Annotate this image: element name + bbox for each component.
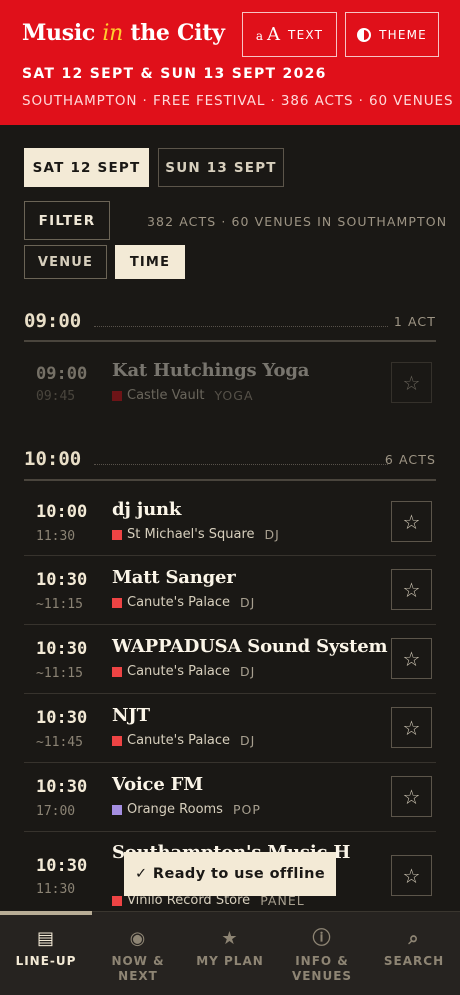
act-genre: POP: [232, 802, 261, 817]
filter-button[interactable]: FILTER: [24, 201, 110, 240]
act-start-time: 10:00: [36, 502, 88, 522]
nav-info-venues[interactable]: ⓘ INFO & VENUES: [276, 912, 368, 995]
act-row[interactable]: 10:30 17:00 Voice FM Orange Rooms POP ☆: [24, 763, 436, 832]
star-icon[interactable]: ☆: [391, 569, 432, 610]
act-start-time: 10:30: [36, 708, 88, 728]
act-name[interactable]: Voice FM: [112, 774, 203, 795]
act-venue: Castle Vault YOGA: [112, 388, 254, 403]
star-icon[interactable]: ☆: [391, 855, 432, 896]
act-venue: Canute's Palace DJ: [112, 733, 255, 748]
act-end-time: 11:30: [36, 882, 76, 897]
hour-acts-count: 6 ACTS: [384, 452, 436, 467]
divider: [24, 479, 436, 481]
results-count: 382 ACTS · 60 VENUES IN SOUTHAMPTON: [147, 214, 448, 229]
act-end-time: ~11:15: [36, 597, 83, 612]
act-name[interactable]: Matt Sanger: [112, 567, 236, 588]
act-end-time: 11:30: [36, 529, 76, 544]
star-icon: ★: [221, 928, 239, 949]
venue-color-swatch: [112, 895, 122, 906]
bottom-nav: ▤ LINE-UP ◉ NOW & NEXT ★ MY PLAN ⓘ INFO …: [0, 911, 460, 995]
nav-my-plan[interactable]: ★ MY PLAN: [184, 912, 276, 995]
act-start-time: 10:30: [36, 570, 88, 590]
live-icon: ◉: [129, 928, 147, 949]
act-genre: DJ: [240, 595, 256, 610]
contrast-icon: [357, 27, 372, 42]
info-icon: ⓘ: [312, 928, 332, 949]
text-size-icon: aA: [255, 24, 281, 45]
act-venue: Orange Rooms POP: [112, 802, 261, 817]
act-row[interactable]: 09:00 09:45 Kat Hutchings Yoga Castle Va…: [24, 349, 436, 417]
venue-color-swatch: [112, 597, 122, 608]
hour-acts-count: 1 ACT: [393, 314, 436, 329]
festival-dates: SAT 12 SEPT & SUN 13 SEPT 2026: [22, 66, 327, 82]
act-end-time: 09:45: [36, 389, 76, 404]
list-icon: ▤: [36, 928, 55, 949]
star-icon[interactable]: ☆: [391, 776, 432, 817]
act-start-time: 10:30: [36, 856, 88, 876]
act-row[interactable]: 10:30 ~11:45 NJT Canute's Palace DJ ☆: [24, 694, 436, 763]
act-genre: DJ: [264, 527, 280, 542]
text-size-button[interactable]: aA TEXT: [242, 12, 337, 57]
nav-label: INFO & VENUES: [291, 954, 353, 983]
divider: [24, 340, 436, 342]
text-size-label: TEXT: [288, 27, 324, 42]
venue-color-swatch: [112, 804, 122, 815]
hour-header: 09:00 1 ACT: [24, 308, 436, 338]
sort-venue-button[interactable]: VENUE: [24, 245, 107, 279]
act-start-time: 10:30: [36, 639, 88, 659]
venue-color-swatch: [112, 529, 122, 540]
act-venue: Canute's Palace DJ: [112, 595, 255, 610]
star-icon[interactable]: ☆: [391, 638, 432, 679]
star-icon[interactable]: ☆: [391, 501, 432, 542]
tab-sun[interactable]: SUN 13 SEPT: [158, 148, 284, 187]
divider: [94, 464, 388, 465]
hour-label: 10:00: [24, 448, 82, 470]
site-header: Music in the City aA TEXT THEME SAT 12 S…: [0, 0, 460, 125]
search-icon: ⌕: [408, 928, 420, 949]
act-name[interactable]: NJT: [112, 705, 150, 726]
act-row[interactable]: 10:30 ~11:15 Matt Sanger Canute's Palace…: [24, 556, 436, 625]
venue-color-swatch: [112, 390, 122, 401]
act-end-time: 17:00: [36, 804, 76, 819]
act-row[interactable]: 10:00 11:30 dj junk St Michael's Square D…: [24, 488, 436, 556]
act-name[interactable]: Kat Hutchings Yoga: [112, 360, 309, 381]
act-start-time: 10:30: [36, 777, 88, 797]
festival-meta: SOUTHAMPTON · FREE FESTIVAL · 386 ACTS ·…: [22, 93, 454, 109]
tab-sat[interactable]: SAT 12 SEPT: [24, 148, 149, 187]
sort-time-button[interactable]: TIME: [115, 245, 185, 279]
nav-label: NOW & NEXT: [111, 954, 165, 983]
nav-line-up[interactable]: ▤ LINE-UP: [0, 912, 92, 995]
hour-label: 09:00: [24, 310, 82, 332]
act-row[interactable]: 10:30 ~11:15 WAPPADUSA Sound System Canu…: [24, 625, 436, 694]
act-name[interactable]: dj junk: [112, 499, 181, 520]
star-icon[interactable]: ☆: [391, 362, 432, 403]
venue-color-swatch: [112, 735, 122, 746]
brand-logo[interactable]: Music in the City: [22, 20, 225, 46]
act-end-time: ~11:15: [36, 666, 83, 681]
act-end-time: ~11:45: [36, 735, 83, 750]
act-genre: YOGA: [214, 388, 254, 403]
act-start-time: 09:00: [36, 364, 88, 384]
nav-label: LINE-UP: [15, 954, 77, 968]
theme-button[interactable]: THEME: [345, 12, 439, 57]
offline-toast: ✓ Ready to use offline: [124, 852, 336, 896]
nav-label: SEARCH: [383, 954, 445, 968]
act-name[interactable]: WAPPADUSA Sound System: [112, 636, 388, 657]
theme-label: THEME: [379, 27, 427, 42]
act-genre: DJ: [240, 733, 256, 748]
act-venue: Canute's Palace DJ: [112, 664, 255, 679]
hour-header: 10:00 6 ACTS: [24, 446, 436, 476]
act-genre: DJ: [240, 664, 256, 679]
nav-now-next[interactable]: ◉ NOW & NEXT: [92, 912, 184, 995]
act-venue: St Michael's Square DJ: [112, 527, 280, 542]
nav-search[interactable]: ⌕ SEARCH: [368, 912, 460, 995]
divider: [94, 326, 388, 327]
nav-label: MY PLAN: [196, 954, 264, 968]
star-icon[interactable]: ☆: [391, 707, 432, 748]
venue-color-swatch: [112, 666, 122, 677]
